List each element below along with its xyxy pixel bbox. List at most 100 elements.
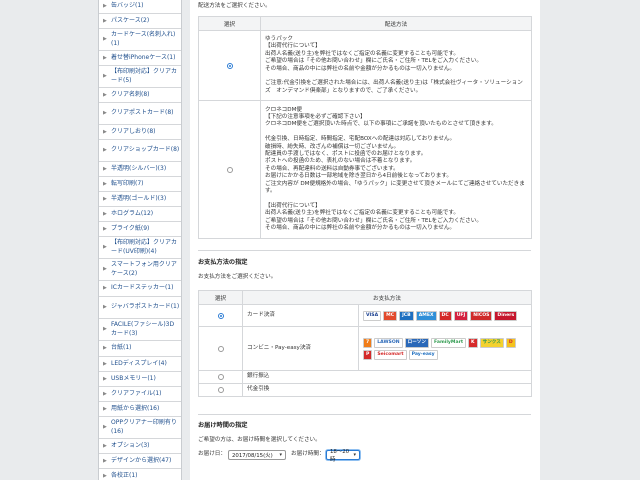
sidebar-item-label: プライク紙(9) — [111, 224, 150, 232]
sidebar-item-label: クリアファイル(1) — [111, 389, 162, 397]
sidebar-item[interactable]: ▶ デザインから選択(47) — [99, 454, 181, 469]
sidebar-item-label: クリアポストカード(8) — [111, 109, 174, 117]
chevron-right-icon: ▶ — [103, 285, 107, 292]
payment-logo: D — [505, 337, 516, 348]
delivery-text-line: ご注意:代金引換をご選択された場合には、出荷人名義(送り主)は「株式会社ヴィータ… — [265, 80, 523, 94]
sidebar-item-label: 缶バッジ(1) — [111, 2, 144, 10]
chevron-right-icon: ▶ — [103, 360, 107, 367]
sidebar-item-label: 半透明(シルバー)(3) — [111, 164, 167, 172]
chevron-right-icon: ▶ — [103, 54, 107, 61]
payment-logo: MC — [383, 310, 398, 321]
sidebar-item-label: クリアショップカード(8) — [111, 146, 180, 154]
payment-logo: 7 — [363, 337, 373, 348]
chevron-right-icon: ▶ — [103, 210, 107, 217]
main-content: 配送方法をご選択ください。 選択 配送方法 ゆうパック 【出荷代行について】 出荷人… — [190, 0, 540, 480]
payment-col-method: お支払方法 — [241, 290, 533, 305]
sidebar-item[interactable]: ▶ 台紙(1) — [99, 341, 181, 357]
payment-cvs-radio[interactable] — [217, 345, 224, 352]
delivery-time-select[interactable]: 18〜20時 ▾ — [326, 449, 360, 463]
delivery-date-value: 2017/08/15(火) — [232, 453, 273, 459]
sidebar-item[interactable]: ▶ 缶バッジ(1) — [99, 0, 181, 14]
delivery-option-1-radio[interactable] — [226, 62, 233, 69]
sidebar-item[interactable]: ▶ 転写印刷(7) — [99, 177, 181, 192]
sidebar-item[interactable]: ▶ USBメモリー(1) — [99, 372, 181, 387]
delivery-text-line: 出荷人名義(送り主)を弊社ではなくご指定の名義に変更することも可能です。 — [265, 210, 459, 217]
sidebar-item-label: 半透明(ゴールド)(3) — [111, 194, 167, 202]
sidebar-item-label: 台紙(1) — [111, 344, 132, 352]
payment-col-select: 選択 — [198, 290, 243, 305]
delivery-text-line: ポストへの投函のため、表札のない場合は不着となります。 — [265, 158, 416, 165]
payment-logo: NICOS — [470, 310, 493, 321]
chevron-right-icon: ▶ — [103, 457, 107, 464]
delivery-text-line — [265, 195, 527, 202]
cvs-logos-cell: 7 LAWSON ローソン FamilyMart K サンクス D P Seicomart Pay… — [357, 326, 533, 371]
delivery-option-1-text: ゆうパック 【出荷代行について】 出荷人名義(送り主)を弊社ではなくご指定の名義に変… — [260, 30, 532, 101]
payment-logo: UFJ — [453, 310, 469, 321]
sidebar-item-label: オプション(3) — [111, 441, 150, 449]
sidebar-item[interactable]: ▶ OPPクリアナー印刷有り(16) — [99, 417, 181, 439]
sidebar-item[interactable]: ▶ ホログラム(12) — [99, 207, 181, 222]
sidebar-item-label: ホログラム(12) — [111, 209, 154, 217]
chevron-right-icon: ▶ — [103, 36, 107, 43]
sidebar-item-label: 各校正(1) — [111, 471, 138, 479]
sidebar-item[interactable]: ▶ ジャバラポストカード(1) — [99, 297, 181, 319]
category-sidebar: ▶ 缶バッジ(1) ▶ パスケース(2) ▶ カードケース(名刺入れ)(1) ▶ 着せ替iPh… — [98, 0, 182, 480]
sidebar-item[interactable]: ▶ LEDディスプレイ(4) — [99, 357, 181, 372]
payment-cod-label: 代金引換 — [241, 383, 533, 397]
chevron-right-icon: ▶ — [103, 244, 107, 251]
sidebar-item-label: FACILE(ファシール)3Dカード(3) — [111, 321, 175, 337]
sidebar-item-label: クリア名刺(8) — [111, 90, 150, 98]
delivery-table: 選択 配送方法 ゆうパック 【出荷代行について】 出荷人名義(送り主)を弊社ではなく… — [198, 16, 532, 239]
chevron-right-icon: ▶ — [103, 3, 107, 10]
payment-logo: Diners — [494, 310, 518, 321]
sidebar-item[interactable]: ▶ FACILE(ファシール)3Dカード(3) — [99, 319, 181, 341]
delivery-date-select[interactable]: 2017/08/15(火) ▾ — [228, 450, 286, 460]
sidebar-item[interactable]: ▶ クリア名刺(8) — [99, 88, 181, 103]
payment-bank-radio[interactable] — [217, 374, 224, 380]
delivery-text-line: 破損時、紛失時、改ざんの補償は一切ございません。 — [265, 143, 400, 150]
sidebar-item-label: スマートフォン用クリアケース(2) — [111, 261, 177, 277]
chevron-right-icon: ▶ — [103, 180, 107, 187]
sidebar-item[interactable]: ▶ 着せ替iPhoneケース(1) — [99, 51, 181, 66]
payment-cvs-label: コンビニ・Pay-easy決済 — [242, 326, 359, 371]
delivery-time-label: お届け時間： — [291, 451, 325, 457]
sidebar-item[interactable]: ▶ 【布印刷対応】クリアカード(5) — [99, 66, 181, 88]
delivery-option-2-radio[interactable] — [226, 166, 233, 173]
delivery-option-1-radio-cell — [198, 30, 261, 101]
sidebar-item[interactable]: ▶ 各校正(1) — [99, 469, 181, 480]
chevron-down-icon: ▾ — [353, 452, 356, 458]
section-divider — [198, 414, 531, 415]
payment-logo: DC — [438, 310, 452, 321]
chevron-right-icon: ▶ — [103, 195, 107, 202]
sidebar-item[interactable]: ▶ 半透明(ゴールド)(3) — [99, 192, 181, 207]
sidebar-item[interactable]: ▶ クリアポストカード(8) — [99, 103, 181, 125]
sidebar-item[interactable]: ▶ パスケース(2) — [99, 14, 181, 29]
sidebar-item[interactable]: ▶ クリアファイル(1) — [99, 387, 181, 402]
delivery-text-line: ご注文内容が DM便規格外の場合、「ゆうパック」に変更させて頂きメールにてご連絡… — [265, 180, 525, 195]
delivery-date-label: お届け日： — [198, 451, 226, 457]
sidebar-item[interactable]: ▶ 【布印刷対応】クリアカード(UV印刷)(4) — [99, 237, 181, 259]
delivery-time-intro: ご希望の方は、お届け時間を選択してください。 — [198, 437, 321, 443]
payment-logo: VISA — [363, 310, 382, 321]
delivery-text-line: ご希望の場合は「その他お問い合わせ」欄にご氏名・ご住所・TELをご入力ください。 — [265, 217, 482, 224]
chevron-right-icon: ▶ — [103, 225, 107, 232]
sidebar-item[interactable]: ▶ 半透明(シルバー)(3) — [99, 162, 181, 177]
chevron-right-icon: ▶ — [103, 405, 107, 412]
payment-logo: P — [363, 349, 373, 360]
delivery-option-2-text: クロネコDM便 【下記の注意事項を必ずご確認下さい】 クロネコDM便をご選択頂いた時… — [260, 100, 532, 239]
payment-logo: Seicomart — [374, 349, 407, 360]
sidebar-item[interactable]: ▶ クリアショップカード(8) — [99, 140, 181, 162]
sidebar-item[interactable]: ▶ オプション(3) — [99, 439, 181, 454]
sidebar-item[interactable]: ▶ クリアしおり(8) — [99, 125, 181, 140]
sidebar-item[interactable]: ▶ ICカードステッカー(1) — [99, 281, 181, 297]
sidebar-item[interactable]: ▶ カードケース(名刺入れ)(1) — [99, 29, 181, 51]
sidebar-item[interactable]: ▶ 用紙から選択(16) — [99, 402, 181, 417]
delivery-text-line: お届けにかかる日数は一部地域を除き翌日から4日前後となっております。 — [265, 173, 452, 180]
payment-cvs-radio-cell — [198, 326, 243, 371]
payment-card-radio[interactable] — [217, 312, 224, 319]
sidebar-item[interactable]: ▶ プライク紙(9) — [99, 222, 181, 237]
payment-cod-radio[interactable] — [217, 387, 224, 393]
payment-bank-label: 銀行振込 — [241, 370, 533, 384]
sidebar-item[interactable]: ▶ スマートフォン用クリアケース(2) — [99, 259, 181, 281]
chevron-right-icon: ▶ — [103, 390, 107, 397]
